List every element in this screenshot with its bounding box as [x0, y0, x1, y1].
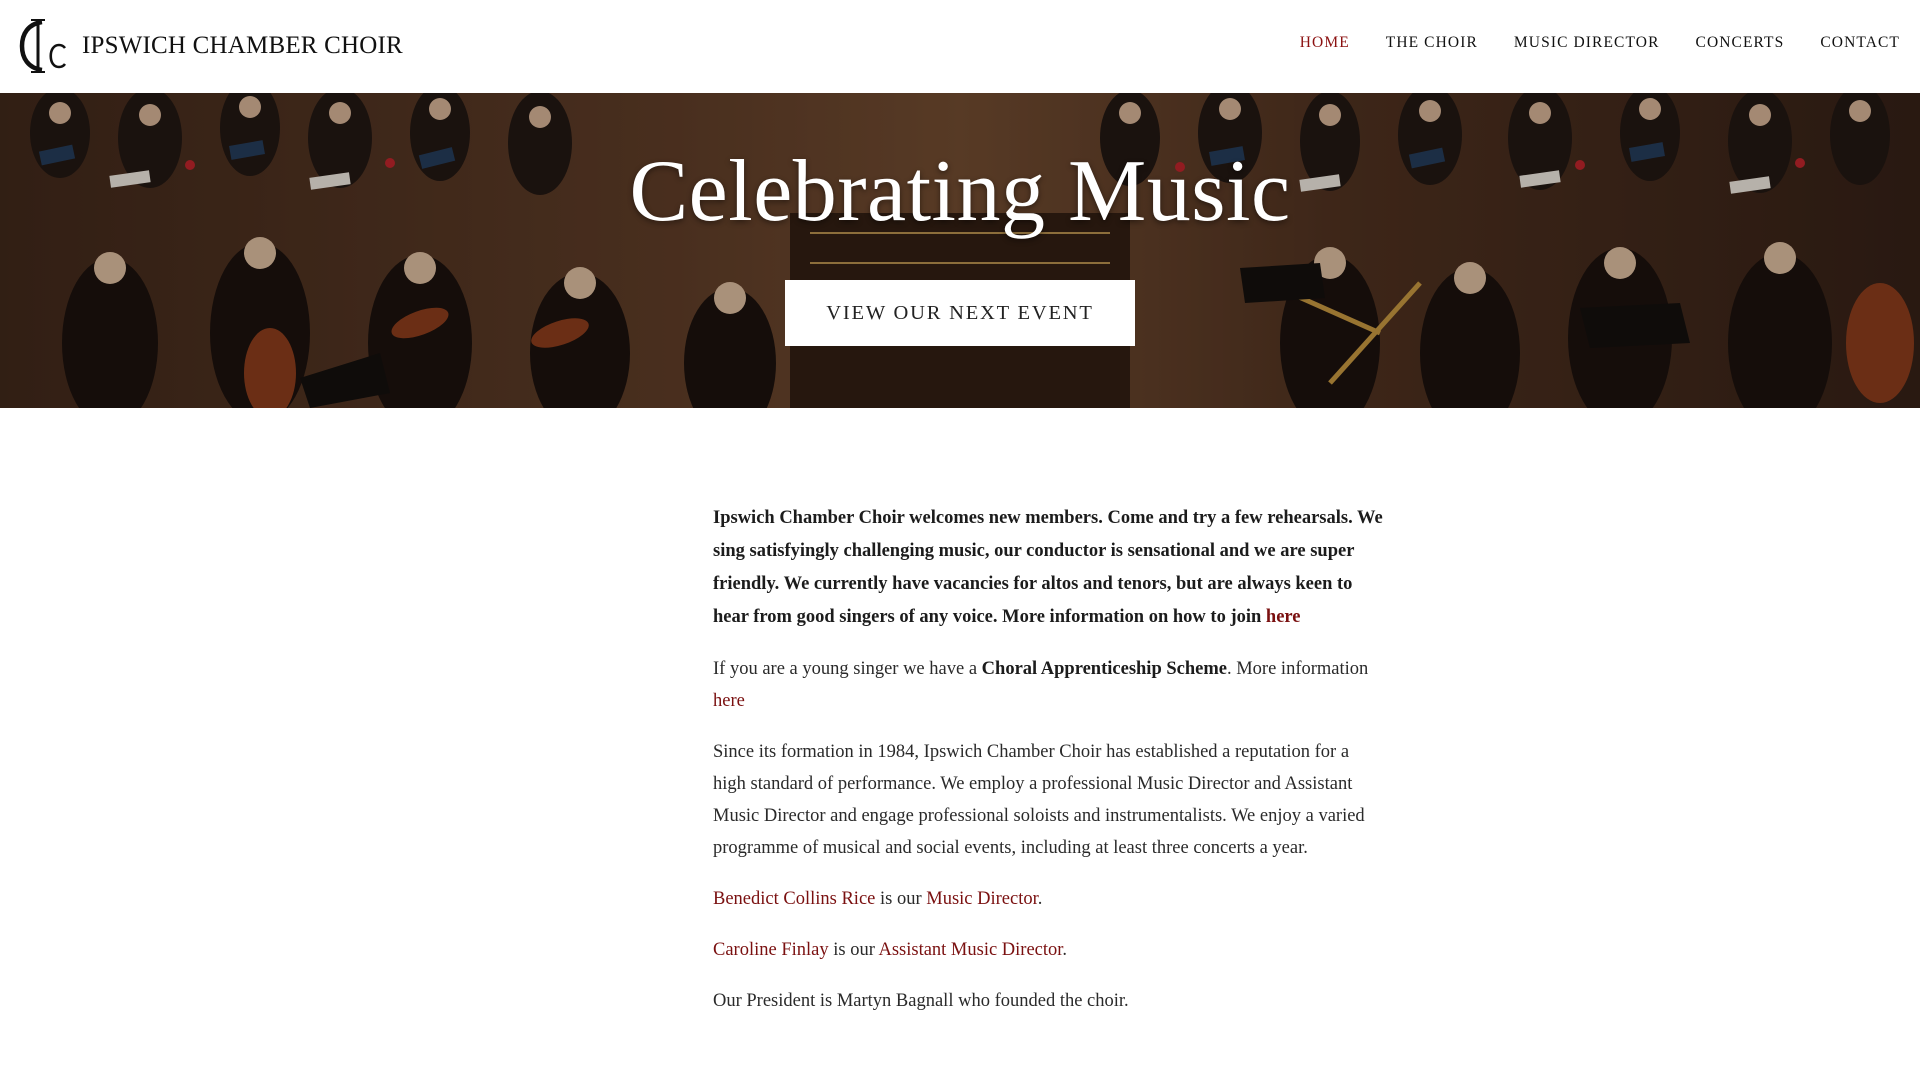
assistant-name-link[interactable]: Caroline Finlay: [713, 940, 829, 960]
apprenticeship-text-more: . More information: [1226, 659, 1369, 679]
hero-banner: Celebrating Music VIEW OUR NEXT EVENT: [0, 93, 1920, 408]
director-connector: is our: [875, 889, 927, 909]
main-navigation: HOME THE CHOIR MUSIC DIRECTOR CONCERTS C…: [1300, 34, 1900, 52]
view-next-event-button[interactable]: VIEW OUR NEXT EVENT: [785, 280, 1135, 346]
nav-concerts[interactable]: CONCERTS: [1696, 34, 1785, 52]
director-name-link[interactable]: Benedict Collins Rice: [713, 889, 875, 909]
hero-title: Celebrating Music: [629, 143, 1291, 240]
main-content: Ipswich Chamber Choir welcomes new membe…: [713, 502, 1385, 1036]
assistant-connector: is our: [828, 940, 879, 960]
site-name: IPSWICH CHAMBER CHOIR: [82, 32, 403, 59]
apprenticeship-text: If you are a young singer we have a: [713, 659, 982, 679]
nav-contact[interactable]: CONTACT: [1820, 34, 1900, 52]
site-logo[interactable]: IPSWICH CHAMBER CHOIR: [18, 18, 403, 74]
nav-music-director[interactable]: MUSIC DIRECTOR: [1514, 34, 1660, 52]
history-paragraph: Since its formation in 1984, Ipswich Cha…: [713, 742, 1365, 858]
apprenticeship-scheme-name: Choral Apprenticeship Scheme: [981, 659, 1227, 679]
music-director-link[interactable]: Music Director: [926, 889, 1038, 909]
site-header: IPSWICH CHAMBER CHOIR HOME THE CHOIR MUS…: [0, 0, 1920, 93]
director-period: .: [1037, 889, 1043, 909]
assistant-paragraph: Caroline Finlay is our Assistant Music D…: [713, 934, 1385, 966]
assistant-director-link[interactable]: Assistant Music Director: [878, 940, 1062, 960]
director-paragraph: Benedict Collins Rice is our Music Direc…: [713, 883, 1385, 915]
choir-monogram-logo: [19, 19, 67, 73]
nav-the-choir[interactable]: THE CHOIR: [1386, 34, 1478, 52]
apprenticeship-paragraph: If you are a young singer we have a Chor…: [713, 653, 1385, 717]
apprenticeship-info-link[interactable]: here: [713, 691, 745, 711]
welcome-paragraph: Ipswich Chamber Choir welcomes new membe…: [713, 502, 1385, 634]
assistant-period: .: [1062, 940, 1068, 960]
join-info-link[interactable]: here: [1266, 607, 1301, 627]
president-paragraph: Our President is Martyn Bagnall who foun…: [713, 991, 1129, 1011]
nav-home[interactable]: HOME: [1300, 34, 1350, 52]
